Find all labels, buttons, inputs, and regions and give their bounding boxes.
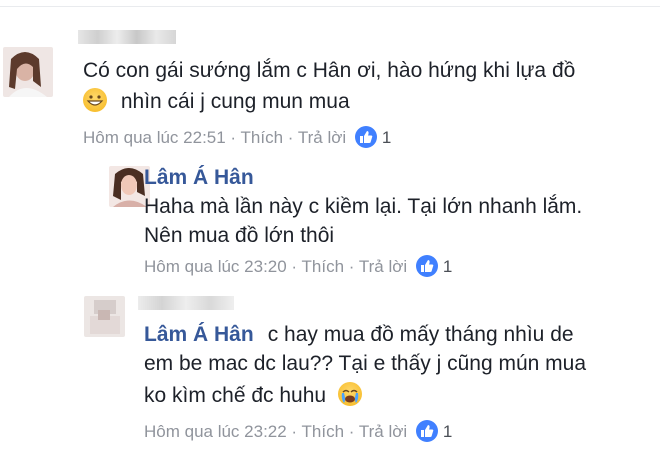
comment-3-tag[interactable]: Lâm Á Hân [144, 323, 254, 346]
comment-1-time[interactable]: Hôm qua lúc 22:51 [83, 128, 226, 147]
comment-1-line-2: nhìn cái j cung mun mua [83, 87, 350, 117]
comment-3-line-1: Lâm Á Hân c hay mua đồ mấy tháng nhìu de [144, 323, 574, 346]
comment-3-like-link[interactable]: Thích [302, 422, 345, 441]
avatar-commenter-3[interactable] [84, 296, 125, 337]
grinning-emoji-icon [83, 88, 107, 112]
comment-3-line-2: em be mac dc lau?? Tại e thấy j cũng mún… [144, 352, 587, 375]
like-icon[interactable] [415, 420, 438, 442]
comment-3-meta: Hôm qua lúc 23:22 · Thích · Trả lời 1 [144, 420, 453, 442]
comment-2-like-link[interactable]: Thích [302, 257, 345, 276]
comment-1-meta: Hôm qua lúc 22:51 · Thích · Trả lời 1 [83, 126, 392, 148]
blurred-commenter-name-3 [138, 296, 234, 310]
comment-1-like-link[interactable]: Thích [241, 128, 284, 147]
like-icon[interactable] [354, 126, 377, 148]
avatar-commenter-1[interactable] [3, 47, 53, 97]
comment-3-line-3: ko kìm chế đc huhu [144, 381, 362, 411]
blurred-commenter-name-1 [78, 30, 176, 44]
comment-3-time[interactable]: Hôm qua lúc 23:22 [144, 422, 287, 441]
comment-2-meta: Hôm qua lúc 23:20 · Thích · Trả lời 1 [144, 255, 453, 277]
comment-2-reply-link[interactable]: Trả lời [359, 257, 407, 276]
comment-2-line-1: Lâm Á Hân [144, 163, 254, 193]
comment-2-time[interactable]: Hôm qua lúc 23:20 [144, 257, 287, 276]
top-divider [0, 6, 660, 7]
comment-1-reply-link[interactable]: Trả lời [298, 128, 346, 147]
comment-3-line-3-text: ko kìm chế đc huhu [144, 384, 327, 407]
like-icon[interactable] [415, 255, 438, 277]
comment-3-like-count[interactable]: 1 [443, 422, 452, 441]
comment-3-reply-link[interactable]: Trả lời [359, 422, 407, 441]
comment-2-author[interactable]: Lâm Á Hân [144, 166, 254, 189]
comment-2-line-3: Nên mua đồ lớn thôi [144, 224, 335, 247]
crying-emoji-icon [337, 382, 362, 406]
comment-1-like-count[interactable]: 1 [382, 128, 391, 147]
comment-1-line-1: Có con gái sướng lắm c Hân ơi, hào hứng … [83, 59, 576, 82]
comment-2-like-count[interactable]: 1 [443, 257, 452, 276]
comment-2-line-2: Haha mà lần này c kiềm lại. Tại lớn nhan… [144, 195, 583, 218]
comment-1-line-2-text: nhìn cái j cung mun mua [120, 90, 350, 113]
